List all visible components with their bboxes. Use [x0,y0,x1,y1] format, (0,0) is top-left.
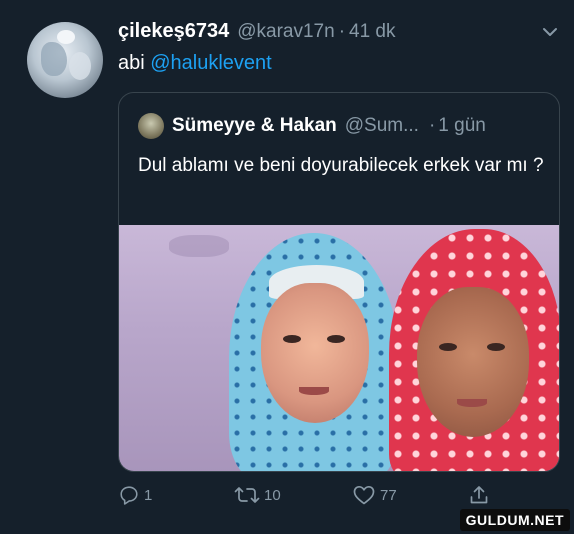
tweet-text: abi @haluklevent [118,52,272,75]
tweet-text-prefix: abi [118,52,151,74]
tweet-header: çilekeş6734 @karav17n · 41 dk [118,20,396,46]
quoted-text: Dul ablamı ve beni doyurabilecek erkek v… [138,155,544,176]
reply-count: 1 [144,486,153,504]
quoted-tweet[interactable]: Sümeyye & Hakan @Sum... · 1 gün Dul abla… [118,92,560,472]
quoted-handle[interactable]: @Sum... [345,115,419,137]
share-icon [470,486,488,504]
tweet[interactable]: çilekeş6734 @karav17n · 41 dk abi @haluk… [0,0,574,534]
quoted-photo[interactable] [119,225,559,471]
quoted-header: Sümeyye & Hakan @Sum... · 1 gün [172,115,486,137]
share-button[interactable] [468,484,490,506]
mention-link[interactable]: @haluklevent [150,52,271,74]
watermark: GULDUM.NET [459,509,570,531]
quoted-separator-dot: · [428,115,436,136]
tweet-actions: 1 10 77 [118,484,518,508]
timestamp[interactable]: 41 dk [349,21,395,43]
separator-dot: · [338,21,346,42]
retweet-count: 10 [264,486,281,504]
like-button[interactable]: 77 [352,484,397,506]
display-name[interactable]: çilekeş6734 [118,20,229,43]
quoted-avatar[interactable] [138,113,164,139]
quoted-timestamp[interactable]: 1 gün [438,115,486,137]
quoted-display-name[interactable]: Sümeyye & Hakan [172,115,337,137]
chevron-down-icon[interactable] [540,24,560,40]
like-count: 77 [380,486,397,504]
reply-button[interactable]: 1 [118,484,152,506]
like-icon [353,485,375,505]
avatar[interactable] [27,22,103,98]
user-handle[interactable]: @karav17n [237,21,334,43]
retweet-icon [234,487,260,503]
reply-icon [120,486,138,505]
retweet-button[interactable]: 10 [234,484,281,506]
